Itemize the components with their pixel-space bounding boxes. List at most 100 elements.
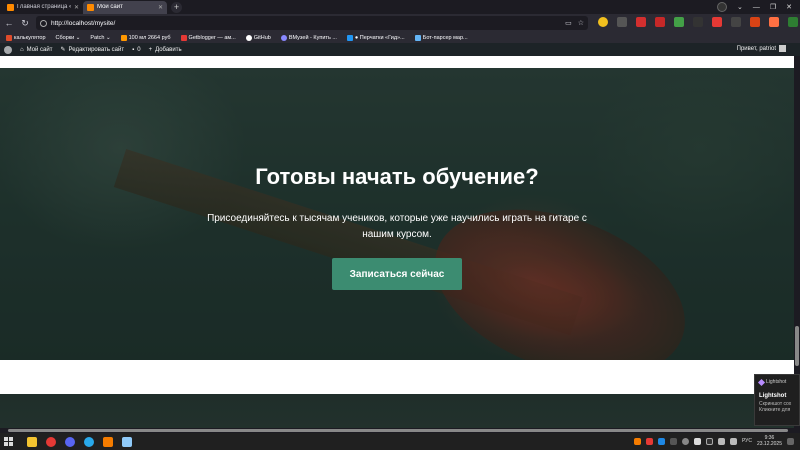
notification-title: Lightshot — [759, 393, 787, 399]
next-section-dark — [0, 394, 794, 428]
bookmark-item[interactable]: GitHub — [245, 34, 271, 41]
taskbar-apps — [27, 436, 132, 447]
extension-icon[interactable] — [636, 17, 646, 27]
tab-label: Главная страница «Шаб — [17, 4, 71, 10]
extension-icon[interactable] — [674, 17, 684, 27]
bookmark-favicon-icon — [414, 34, 421, 41]
windows-start-icon[interactable] — [4, 437, 13, 446]
bookmark-favicon-icon — [346, 34, 353, 41]
extension-icon[interactable] — [712, 17, 722, 27]
signup-button[interactable]: Записаться сейчас — [332, 258, 462, 290]
vpn-icon[interactable] — [716, 2, 727, 12]
yandex-browser-icon[interactable] — [46, 436, 56, 447]
page-section-white — [0, 56, 794, 68]
wp-admin-bar: ⌂ Мой сайт ✎ Редактировать сайт ▪ 0 + До… — [0, 43, 800, 56]
site-info-icon[interactable] — [40, 19, 47, 27]
telegram-tray-icon[interactable] — [693, 437, 701, 445]
comment-icon: ▪ — [132, 46, 135, 53]
page-section-white — [0, 360, 794, 394]
taskbar-clock[interactable]: 9:36 23.12.2025 — [757, 435, 782, 447]
extension-icon[interactable] — [655, 17, 665, 27]
url-text[interactable]: http://localhost/mysite/ — [51, 20, 559, 27]
telegram-icon[interactable] — [84, 436, 94, 447]
shield-icon[interactable] — [788, 17, 798, 27]
wordpress-logo-icon[interactable] — [4, 45, 12, 54]
extension-icon[interactable] — [693, 17, 703, 27]
close-window-icon[interactable]: ✕ — [786, 3, 792, 11]
brush-icon: ✎ — [60, 47, 66, 53]
network-icon[interactable] — [717, 437, 725, 445]
minimize-icon[interactable]: — — [753, 4, 760, 11]
system-tray: РУС 9:36 23.12.2025 — [633, 435, 794, 447]
back-button[interactable]: ← — [2, 18, 16, 28]
cta-hero-section: Готовы начать обучение? Присоединяйтесь … — [0, 68, 794, 360]
bookmark-item[interactable]: калькулятор — [6, 34, 46, 41]
extension-icon[interactable] — [598, 17, 608, 27]
maximize-icon[interactable]: ❐ — [770, 3, 776, 11]
tray-app-icon[interactable] — [681, 437, 689, 445]
hero-subtitle: Присоединяйтесь к тысячам учеников, кото… — [207, 213, 587, 240]
xampp-icon[interactable] — [103, 436, 113, 447]
tab-my-site[interactable]: Мой сайт ✕ — [83, 0, 167, 14]
tray-app-icon[interactable] — [669, 437, 677, 445]
tab-label: Мой сайт — [97, 4, 123, 10]
close-icon[interactable]: ✕ — [158, 4, 163, 11]
bookmark-item[interactable]: Getblogger — ам... — [180, 34, 236, 41]
bookmark-item[interactable]: Бот-парсер мар... — [414, 34, 468, 41]
adblock-icon[interactable] — [750, 17, 760, 27]
extension-icon[interactable] — [769, 17, 779, 27]
tray-app-icon[interactable] — [645, 437, 653, 445]
notification-header: Lightshot — [757, 378, 795, 386]
plus-icon: + — [148, 46, 153, 53]
tray-app-icon[interactable] — [705, 437, 713, 445]
bookmark-item[interactable]: 100 мл 2664 руб — [120, 34, 171, 41]
hero-title: Готовы начать обучение? — [255, 164, 539, 189]
tab-home[interactable]: Главная страница «Шаб ✕ — [3, 1, 83, 14]
bookmark-folder[interactable]: Patch ⌄ — [90, 35, 110, 41]
bookmarks-bar: калькулятор Сборки ⌄ Patch ⌄ 100 мл 2664… — [0, 32, 800, 43]
avatar — [779, 45, 786, 52]
bookmark-favicon-icon — [180, 34, 187, 41]
site-favicon-icon — [7, 3, 14, 11]
new-tab-button[interactable]: + — [171, 1, 182, 13]
chevron-down-icon[interactable]: ⌄ — [737, 3, 743, 11]
notification-text: Кликните для — [759, 407, 791, 413]
volume-icon[interactable] — [729, 437, 737, 445]
bluetooth-icon[interactable] — [657, 437, 665, 445]
language-indicator[interactable]: РУС — [742, 438, 752, 444]
bookmark-item[interactable]: ● Перчатки «Гид»... — [346, 34, 405, 41]
address-bar[interactable]: http://localhost/mysite/ ▭ ☆ — [36, 16, 588, 30]
window-controls: ⌄ — ❐ ✕ — [716, 0, 800, 14]
home-icon: ⌂ — [20, 46, 24, 53]
admin-bar-customize[interactable]: ✎ Редактировать сайт — [60, 46, 124, 54]
site-favicon-icon — [87, 3, 94, 11]
file-explorer-icon[interactable] — [27, 436, 37, 447]
extension-icon[interactable] — [617, 17, 627, 27]
discord-icon[interactable] — [65, 436, 75, 447]
admin-bar-add-new[interactable]: + Добавить — [149, 47, 182, 53]
admin-bar-account[interactable]: Привет, patriot — [737, 45, 786, 52]
extensions-toolbar — [598, 17, 800, 27]
admin-bar-site[interactable]: ⌂ Мой сайт — [20, 47, 52, 53]
scrollbar-thumb[interactable] — [8, 429, 788, 432]
bookmark-item[interactable]: ВМузей - Купить ... — [280, 34, 337, 41]
notification-center-icon[interactable] — [787, 437, 794, 445]
admin-bar-comments[interactable]: ▪ 0 — [132, 47, 140, 53]
notepad-icon[interactable] — [122, 436, 132, 447]
page-viewport: Готовы начать обучение? Присоединяйтесь … — [0, 56, 794, 428]
reader-icon[interactable]: ▭ — [565, 19, 572, 27]
windows-taskbar: РУС 9:36 23.12.2025 — [0, 433, 800, 450]
reload-button[interactable]: ↻ — [18, 18, 32, 29]
scrollbar-thumb[interactable] — [795, 326, 799, 366]
lightshot-notification[interactable]: Lightshot Lightshot Скриншот сох Кликнит… — [754, 374, 800, 426]
bookmark-star-icon[interactable]: ☆ — [578, 19, 584, 27]
bookmark-folder[interactable]: Сборки ⌄ — [56, 35, 81, 41]
tray-app-icon[interactable] — [633, 437, 641, 445]
vertical-scrollbar[interactable] — [794, 56, 800, 428]
bookmark-favicon-icon — [280, 34, 287, 41]
close-icon[interactable]: ✕ — [74, 4, 79, 11]
extension-icon[interactable] — [731, 17, 741, 27]
browser-tab-strip: Главная страница «Шаб ✕ Мой сайт ✕ + ⌄ —… — [0, 0, 800, 14]
bookmark-favicon-icon — [120, 34, 127, 41]
navigation-bar: ← ↻ http://localhost/mysite/ ▭ ☆ — [0, 14, 800, 32]
